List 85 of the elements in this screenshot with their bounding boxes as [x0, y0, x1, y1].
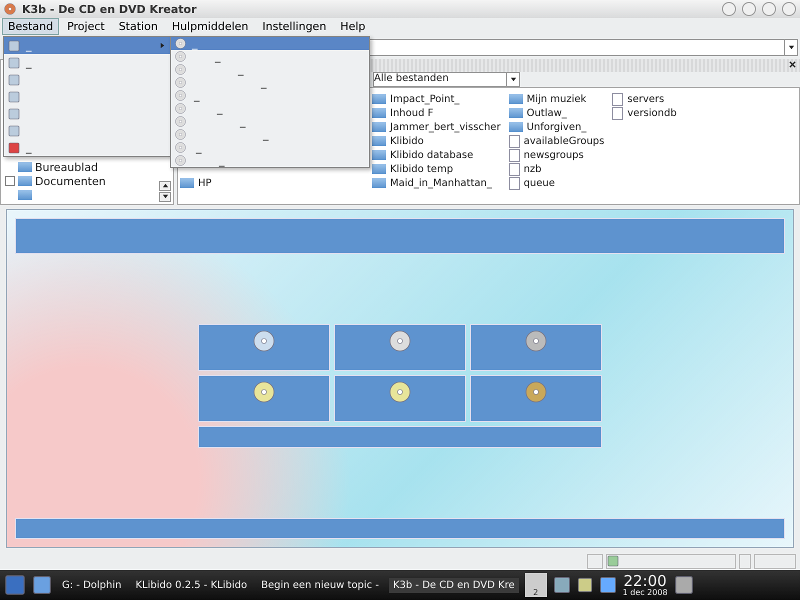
- menu-item[interactable]: Station: [112, 18, 164, 35]
- unknown-file-icon: [508, 134, 520, 148]
- file-name[interactable]: HP: [198, 178, 212, 188]
- data-disc-icon: [389, 330, 411, 352]
- disc-icon: [175, 155, 186, 166]
- expand-icon[interactable]: [5, 176, 15, 186]
- file-name[interactable]: servers: [627, 94, 664, 104]
- help-button[interactable]: [722, 2, 736, 16]
- menu-entry[interactable]: _: [171, 89, 369, 102]
- tree-item[interactable]: Bureaublad: [35, 160, 98, 174]
- submenu-arrow-icon: [159, 42, 166, 49]
- menu-entry[interactable]: _: [171, 141, 369, 154]
- disc-icon: [4, 3, 16, 15]
- window-title: K3b - De CD en DVD Kreator: [22, 2, 198, 16]
- menu-item[interactable]: Bestand: [2, 18, 60, 35]
- file-name[interactable]: nzb: [524, 164, 542, 174]
- project-tile[interactable]: [334, 375, 466, 422]
- task-button[interactable]: G: - Dolphin: [58, 578, 126, 592]
- close-button[interactable]: [782, 2, 796, 16]
- status-field: [739, 554, 751, 568]
- disc-icon: [175, 129, 186, 140]
- unknown-file-icon: [612, 92, 624, 106]
- menu-entry[interactable]: _: [171, 50, 369, 63]
- task-button[interactable]: K3b - De CD en DVD Kre: [388, 578, 519, 592]
- file-name[interactable]: Mijn muziek: [526, 94, 586, 104]
- menu-entry[interactable]: _: [4, 37, 170, 54]
- tree-item[interactable]: Documenten: [35, 174, 106, 188]
- disc-icon: [175, 64, 186, 75]
- scroll-down-button[interactable]: [159, 192, 171, 202]
- project-tile[interactable]: [334, 324, 466, 371]
- menu-entry[interactable]: _: [171, 128, 369, 141]
- project-tile[interactable]: [198, 375, 330, 422]
- disc-icon: [175, 77, 186, 88]
- project-tile[interactable]: [470, 375, 602, 422]
- task-button[interactable]: Begin een nieuw topic -: [257, 578, 383, 592]
- caret-icon: [788, 44, 794, 50]
- unknown-file-icon: [612, 106, 624, 120]
- menu-item[interactable]: Project: [61, 18, 111, 35]
- menu-entry[interactable]: _: [171, 37, 369, 50]
- menu-entry[interactable]: _: [171, 63, 369, 76]
- project-tile[interactable]: [470, 324, 602, 371]
- menu-item[interactable]: Hulpmiddelen: [166, 18, 254, 35]
- menu-entry[interactable]: _: [4, 139, 170, 156]
- unknown-file-icon: [508, 162, 520, 176]
- menu-item[interactable]: Instellingen: [256, 18, 332, 35]
- caret-icon: [510, 76, 516, 84]
- file-name[interactable]: availableGroups: [524, 136, 604, 146]
- task-button[interactable]: KLibido 0.2.5 - KLibido: [131, 578, 252, 592]
- project-tile[interactable]: [198, 324, 330, 371]
- maximize-button[interactable]: [762, 2, 776, 16]
- menu-entry[interactable]: _: [171, 115, 369, 128]
- pager[interactable]: 2: [524, 573, 547, 597]
- menu-entry[interactable]: _: [4, 54, 170, 71]
- unknown-file-icon: [508, 148, 520, 162]
- down-arrow-icon: [162, 193, 168, 200]
- scroll-up-button[interactable]: [159, 181, 171, 191]
- file-name[interactable]: Klibido database: [390, 150, 474, 160]
- filter-dropdown[interactable]: Alle bestanden: [373, 72, 520, 87]
- clock[interactable]: 22:00 1 dec 2008: [622, 574, 668, 596]
- disc-icon: [175, 51, 186, 62]
- file-name[interactable]: newsgroups: [524, 150, 584, 160]
- file-name[interactable]: Outlaw_: [526, 108, 567, 118]
- up-arrow-icon: [162, 182, 168, 189]
- file-name[interactable]: versiondb: [627, 108, 677, 118]
- menu-entry[interactable]: _: [171, 154, 369, 167]
- menu-entry[interactable]: _: [171, 76, 369, 89]
- disc-icon: [175, 103, 186, 114]
- file-name[interactable]: Maid_in_Manhattan_: [390, 178, 492, 188]
- status-field: [754, 554, 796, 568]
- menu-item[interactable]: Help: [334, 18, 372, 35]
- minimize-button[interactable]: [742, 2, 756, 16]
- file-name[interactable]: queue: [524, 178, 555, 188]
- file-name[interactable]: Jammer_bert_visscher: [390, 122, 501, 132]
- menu-entry[interactable]: _: [171, 102, 369, 115]
- file-name[interactable]: Unforgiven_: [526, 122, 586, 132]
- disc-icon: [175, 142, 186, 153]
- file-name[interactable]: Klibido temp: [390, 164, 454, 174]
- file-name[interactable]: Inhoud F: [390, 108, 434, 118]
- status-field: [587, 554, 603, 568]
- file-name[interactable]: Impact_Point_: [390, 94, 460, 104]
- disc-icon: [175, 38, 186, 49]
- file-name[interactable]: Klibido: [390, 136, 424, 146]
- unknown-file-icon: [508, 176, 520, 190]
- disc-icon: [175, 90, 186, 101]
- disc-icon: [175, 116, 186, 127]
